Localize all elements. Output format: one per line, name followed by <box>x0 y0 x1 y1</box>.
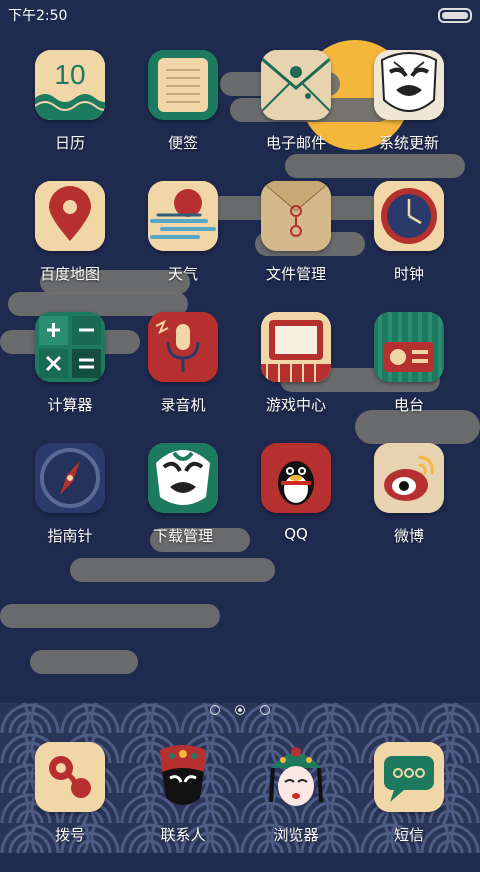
calendar-day-text: 10 <box>54 59 85 90</box>
app-label: 短信 <box>393 826 424 844</box>
app-label: 联系人 <box>160 826 206 844</box>
app-notes[interactable]: 便签 <box>128 50 238 180</box>
app-label: 下载管理 <box>152 527 213 545</box>
tv-game-icon <box>261 312 331 382</box>
battery-icon <box>438 8 472 23</box>
app-label: QQ <box>284 525 308 543</box>
app-weibo[interactable]: 微博 <box>354 443 464 573</box>
message-bubble-icon <box>374 742 444 812</box>
app-qq[interactable]: QQ <box>241 443 351 573</box>
app-label: 计算器 <box>47 396 93 414</box>
app-file-manager[interactable]: 文件管理 <box>241 181 351 311</box>
microphone-icon <box>148 312 218 382</box>
compass-icon <box>35 443 105 513</box>
app-label: 文件管理 <box>265 265 326 283</box>
app-label: 指南针 <box>47 527 93 545</box>
status-bar: 下午2:50 <box>0 0 480 28</box>
clock-icon <box>374 181 444 251</box>
phone-dial-icon <box>35 742 105 812</box>
app-calendar[interactable]: 10 日历 <box>15 50 125 180</box>
app-game-center[interactable]: 游戏中心 <box>241 312 351 442</box>
app-weather[interactable]: 天气 <box>128 181 238 311</box>
app-compass[interactable]: 指南针 <box>15 443 125 573</box>
radio-icon <box>374 312 444 382</box>
app-email[interactable]: 电子邮件 <box>241 50 351 180</box>
app-label: 天气 <box>167 265 198 283</box>
app-label: 微博 <box>393 527 424 545</box>
app-radio[interactable]: 电台 <box>354 312 464 442</box>
app-label: 电台 <box>393 396 424 414</box>
notepad-icon <box>148 50 218 120</box>
status-time: 下午2:50 <box>8 8 68 24</box>
app-label: 系统更新 <box>378 134 439 152</box>
envelope-folder-icon <box>261 181 331 251</box>
page-indicator[interactable] <box>0 700 480 715</box>
opera-face-contacts-icon <box>148 742 218 812</box>
cloud-decoration <box>0 604 220 628</box>
app-baidu-map[interactable]: 百度地图 <box>15 181 125 311</box>
page-dot-current[interactable] <box>235 705 245 715</box>
app-calculator[interactable]: 计算器 <box>15 312 125 442</box>
page-dot[interactable] <box>260 705 271 715</box>
app-clock[interactable]: 时钟 <box>354 181 464 311</box>
penguin-icon <box>261 443 331 513</box>
opera-lady-browser-icon <box>261 742 331 812</box>
calendar-icon: 10 <box>35 50 105 120</box>
cloud-decoration <box>30 650 138 674</box>
email-icon <box>261 50 331 120</box>
weather-sun-cloud-icon <box>148 181 218 251</box>
app-label: 拨号 <box>54 826 85 844</box>
app-label: 录音机 <box>160 396 206 414</box>
app-recorder[interactable]: 录音机 <box>128 312 238 442</box>
map-pin-icon <box>35 181 105 251</box>
app-label: 百度地图 <box>39 265 100 283</box>
calculator-icon <box>35 312 105 382</box>
app-label: 电子邮件 <box>265 134 326 152</box>
green-mask-download-icon <box>148 443 218 513</box>
app-download-manager[interactable]: 下载管理 <box>128 443 238 573</box>
app-label: 游戏中心 <box>265 396 326 414</box>
app-system-update[interactable]: 系统更新 <box>354 50 464 180</box>
app-label: 浏览器 <box>273 826 319 844</box>
page-dot[interactable] <box>209 705 220 715</box>
opera-mask-update-icon <box>374 50 444 120</box>
weibo-eye-icon <box>374 443 444 513</box>
app-label: 时钟 <box>393 265 424 283</box>
app-label: 便签 <box>167 134 198 152</box>
app-label: 日历 <box>54 134 85 152</box>
